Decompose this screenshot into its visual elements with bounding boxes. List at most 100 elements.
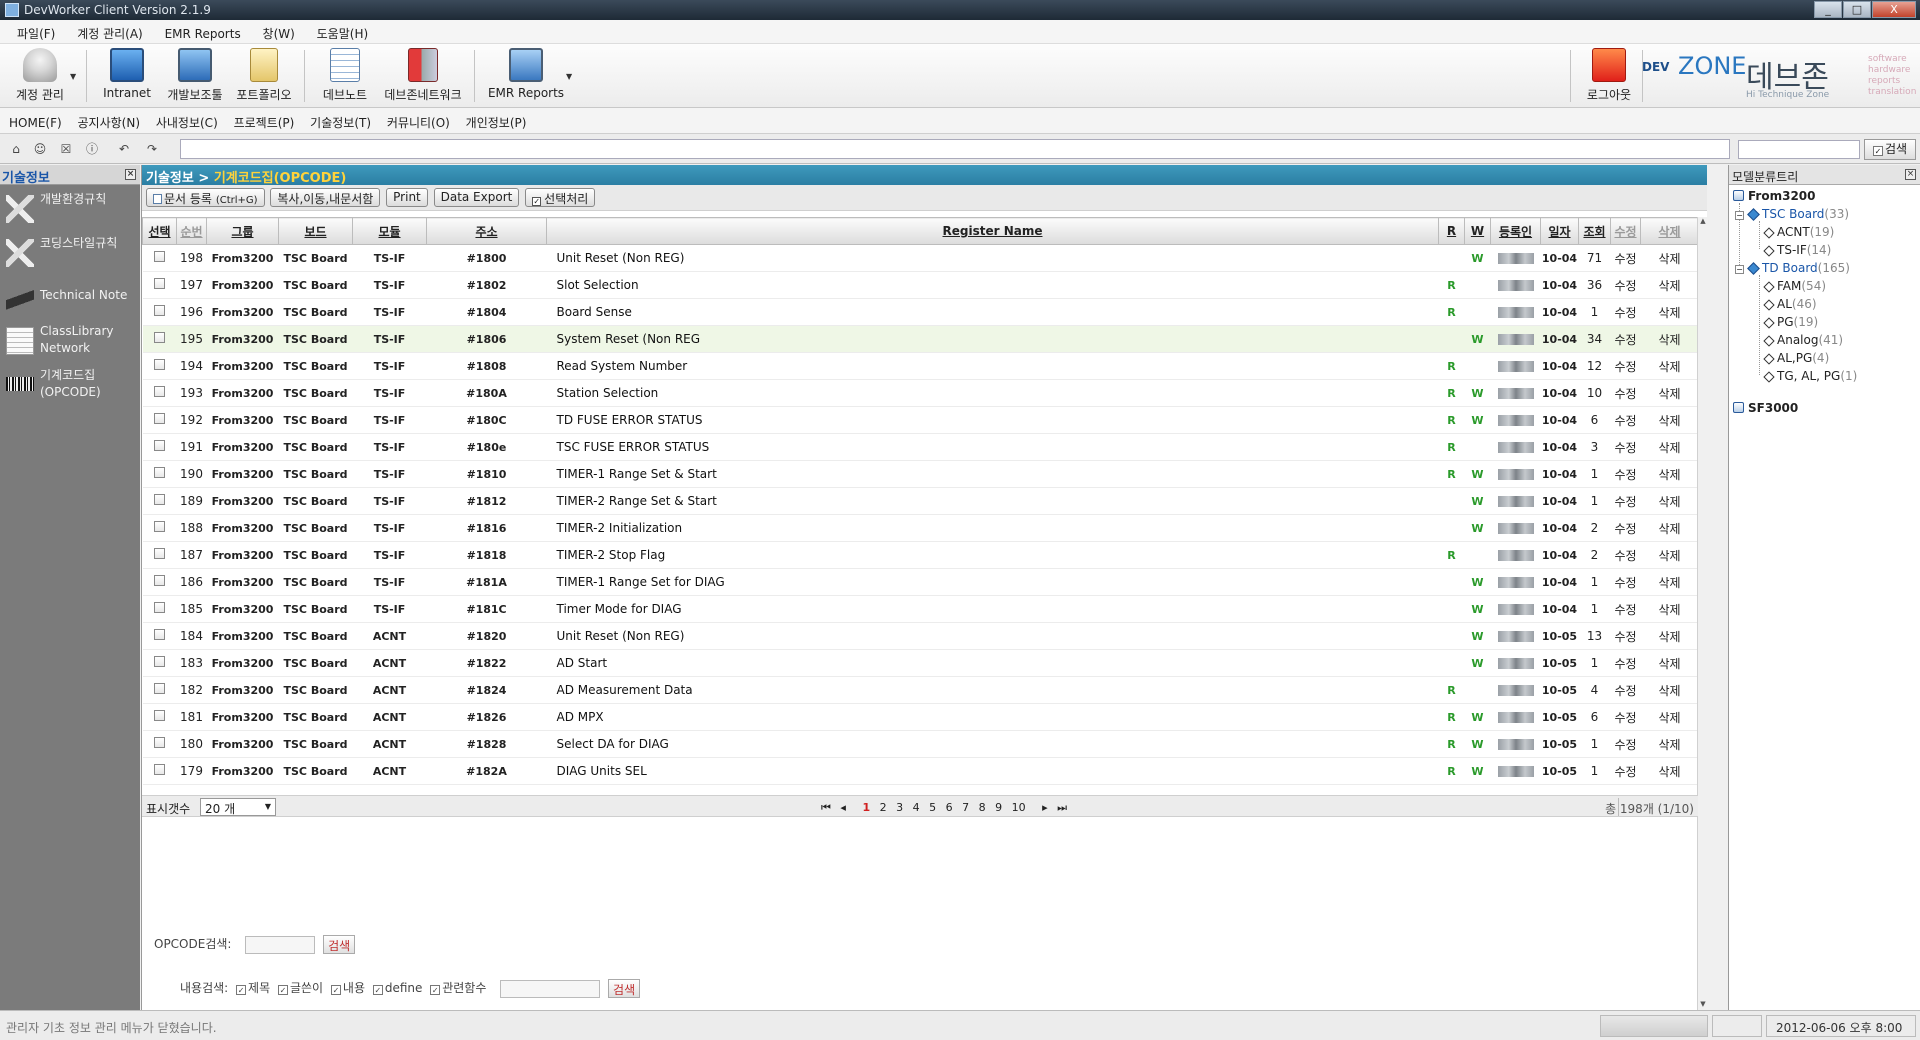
sidebar-item-dev-env-rules[interactable]: 개발환경규칙 — [0, 187, 140, 231]
row-edit-link[interactable]: 수정 — [1610, 379, 1641, 407]
row-delete-link[interactable]: 삭제 — [1640, 541, 1699, 569]
breadcrumb-root[interactable]: 기술정보 — [146, 171, 194, 186]
row-checkbox[interactable] — [154, 575, 165, 586]
emr-dropdown-icon[interactable]: ▼ — [566, 72, 572, 81]
row-checkbox[interactable] — [154, 494, 165, 505]
row-checkbox-cell[interactable] — [142, 325, 177, 353]
table-row[interactable]: 182 From3200 TSC Board ACNT #1824 AD Measurem… — [142, 676, 1699, 704]
col-registrant[interactable]: 등록인 — [1490, 217, 1541, 245]
menu-help[interactable]: 도움말(H) — [308, 20, 378, 42]
col-group[interactable]: 그룹 — [206, 217, 279, 245]
row-register-name[interactable]: Station Selection — [546, 379, 1439, 407]
col-views[interactable]: 조회 — [1578, 217, 1611, 245]
table-row[interactable]: 181 From3200 TSC Board ACNT #1826 AD MPX R W 10-… — [142, 703, 1699, 731]
table-row[interactable]: 192 From3200 TSC Board TS-IF #180C TD FUSE ER… — [142, 406, 1699, 434]
data-export-button[interactable]: Data Export — [433, 188, 520, 207]
row-edit-link[interactable]: 수정 — [1610, 703, 1641, 731]
page-link[interactable]: 8 — [979, 801, 986, 814]
tree-node-pg[interactable]: PG(19) — [1763, 315, 1818, 335]
portfolio-button[interactable]: 포트폴리오 — [232, 48, 296, 103]
row-checkbox-cell[interactable] — [142, 757, 177, 785]
row-register-name[interactable]: Unit Reset (Non REG) — [546, 622, 1439, 650]
row-checkbox-cell[interactable] — [142, 622, 177, 650]
row-edit-link[interactable]: 수정 — [1610, 325, 1641, 353]
nav-community[interactable]: 커뮤니티(O) — [381, 108, 456, 131]
row-checkbox[interactable] — [154, 386, 165, 397]
table-row[interactable]: 184 From3200 TSC Board ACNT #1820 Unit Reset … — [142, 622, 1699, 650]
top-search-input[interactable] — [1738, 140, 1860, 159]
logout-button[interactable]: 로그아웃 — [1580, 48, 1638, 103]
row-checkbox-cell[interactable] — [142, 730, 177, 758]
col-r[interactable]: R — [1438, 217, 1465, 245]
close-button[interactable]: X — [1872, 1, 1916, 18]
table-row[interactable]: 189 From3200 TSC Board TS-IF #1812 TIMER-2 Ra… — [142, 487, 1699, 515]
tree-node-td-board[interactable]: − TD Board(165) — [1735, 261, 1850, 281]
redo-icon[interactable]: ↷ — [144, 141, 160, 157]
nav-project[interactable]: 프로젝트(P) — [228, 108, 301, 131]
row-edit-link[interactable]: 수정 — [1610, 433, 1641, 461]
row-delete-link[interactable]: 삭제 — [1640, 460, 1699, 488]
row-checkbox[interactable] — [154, 602, 165, 613]
row-register-name[interactable]: Board Sense — [546, 298, 1439, 326]
page-link[interactable]: 7 — [962, 801, 969, 814]
row-checkbox[interactable] — [154, 710, 165, 721]
tree-node-al[interactable]: AL(46) — [1763, 297, 1817, 317]
table-row[interactable]: 190 From3200 TSC Board TS-IF #1810 TIMER-1 Ra… — [142, 460, 1699, 488]
table-row[interactable]: 188 From3200 TSC Board TS-IF #1816 TIMER-2 In… — [142, 514, 1699, 542]
define-checkbox[interactable]: ✓ — [372, 985, 383, 995]
row-delete-link[interactable]: 삭제 — [1640, 676, 1699, 704]
row-delete-link[interactable]: 삭제 — [1640, 298, 1699, 326]
info-icon[interactable]: ⓘ — [84, 141, 100, 157]
row-register-name[interactable]: System Reset (Non REG — [546, 325, 1439, 353]
row-checkbox-cell[interactable] — [142, 406, 177, 434]
row-edit-link[interactable]: 수정 — [1610, 244, 1641, 272]
select-process-button[interactable]: ✓ 선택처리 — [525, 188, 596, 207]
table-row[interactable]: 187 From3200 TSC Board TS-IF #1818 TIMER-2 St… — [142, 541, 1699, 569]
row-checkbox-cell[interactable] — [142, 568, 177, 596]
row-delete-link[interactable]: 삭제 — [1640, 622, 1699, 650]
title-checkbox[interactable]: ✓ — [236, 985, 247, 995]
row-edit-link[interactable]: 수정 — [1610, 622, 1641, 650]
tree-node-acnt[interactable]: ACNT(19) — [1763, 225, 1834, 245]
row-delete-link[interactable]: 삭제 — [1640, 271, 1699, 299]
page-link[interactable]: 5 — [929, 801, 936, 814]
row-edit-link[interactable]: 수정 — [1610, 487, 1641, 515]
row-checkbox[interactable] — [154, 548, 165, 559]
row-delete-link[interactable]: 삭제 — [1640, 730, 1699, 758]
col-no[interactable]: 순번 — [176, 217, 207, 245]
sidebar-item-coding-style[interactable]: 코딩스타일규칙 — [0, 231, 140, 275]
nav-personal-info[interactable]: 개인정보(P) — [460, 108, 533, 131]
collapse-icon[interactable]: − — [1735, 211, 1744, 220]
row-checkbox-cell[interactable] — [142, 352, 177, 380]
table-row[interactable]: 179 From3200 TSC Board ACNT #182A DIAG Units … — [142, 757, 1699, 785]
col-address[interactable]: 주소 — [426, 217, 547, 245]
row-checkbox[interactable] — [154, 305, 165, 316]
address-input[interactable] — [180, 139, 1730, 159]
tree-node-from3200[interactable]: From3200 — [1733, 189, 1816, 209]
col-w[interactable]: W — [1464, 217, 1491, 245]
sidebar-item-opcode[interactable]: 기계코드집 (OPCODE) — [0, 363, 140, 407]
row-delete-link[interactable]: 삭제 — [1640, 757, 1699, 785]
row-checkbox-cell[interactable] — [142, 676, 177, 704]
content-search-button[interactable]: 검색 — [608, 979, 641, 998]
row-edit-link[interactable]: 수정 — [1610, 757, 1641, 785]
row-register-name[interactable]: TIMER-2 Stop Flag — [546, 541, 1439, 569]
col-date[interactable]: 일자 — [1540, 217, 1579, 245]
row-delete-link[interactable]: 삭제 — [1640, 352, 1699, 380]
related-func-checkbox[interactable]: ✓ — [430, 985, 441, 995]
row-edit-link[interactable]: 수정 — [1610, 595, 1641, 623]
table-row[interactable]: 193 From3200 TSC Board TS-IF #180A Station Se… — [142, 379, 1699, 407]
row-edit-link[interactable]: 수정 — [1610, 541, 1641, 569]
page-link[interactable]: 9 — [995, 801, 1002, 814]
row-edit-link[interactable]: 수정 — [1610, 649, 1641, 677]
collapse-icon[interactable]: − — [1735, 265, 1744, 274]
col-module[interactable]: 모듈 — [352, 217, 427, 245]
row-delete-link[interactable]: 삭제 — [1640, 568, 1699, 596]
row-delete-link[interactable]: 삭제 — [1640, 406, 1699, 434]
row-delete-link[interactable]: 삭제 — [1640, 325, 1699, 353]
row-edit-link[interactable]: 수정 — [1610, 406, 1641, 434]
row-checkbox[interactable] — [154, 413, 165, 424]
intranet-button[interactable]: Intranet — [98, 48, 156, 100]
tree-node-al-pg[interactable]: AL,PG(4) — [1763, 351, 1829, 371]
row-checkbox[interactable] — [154, 521, 165, 532]
